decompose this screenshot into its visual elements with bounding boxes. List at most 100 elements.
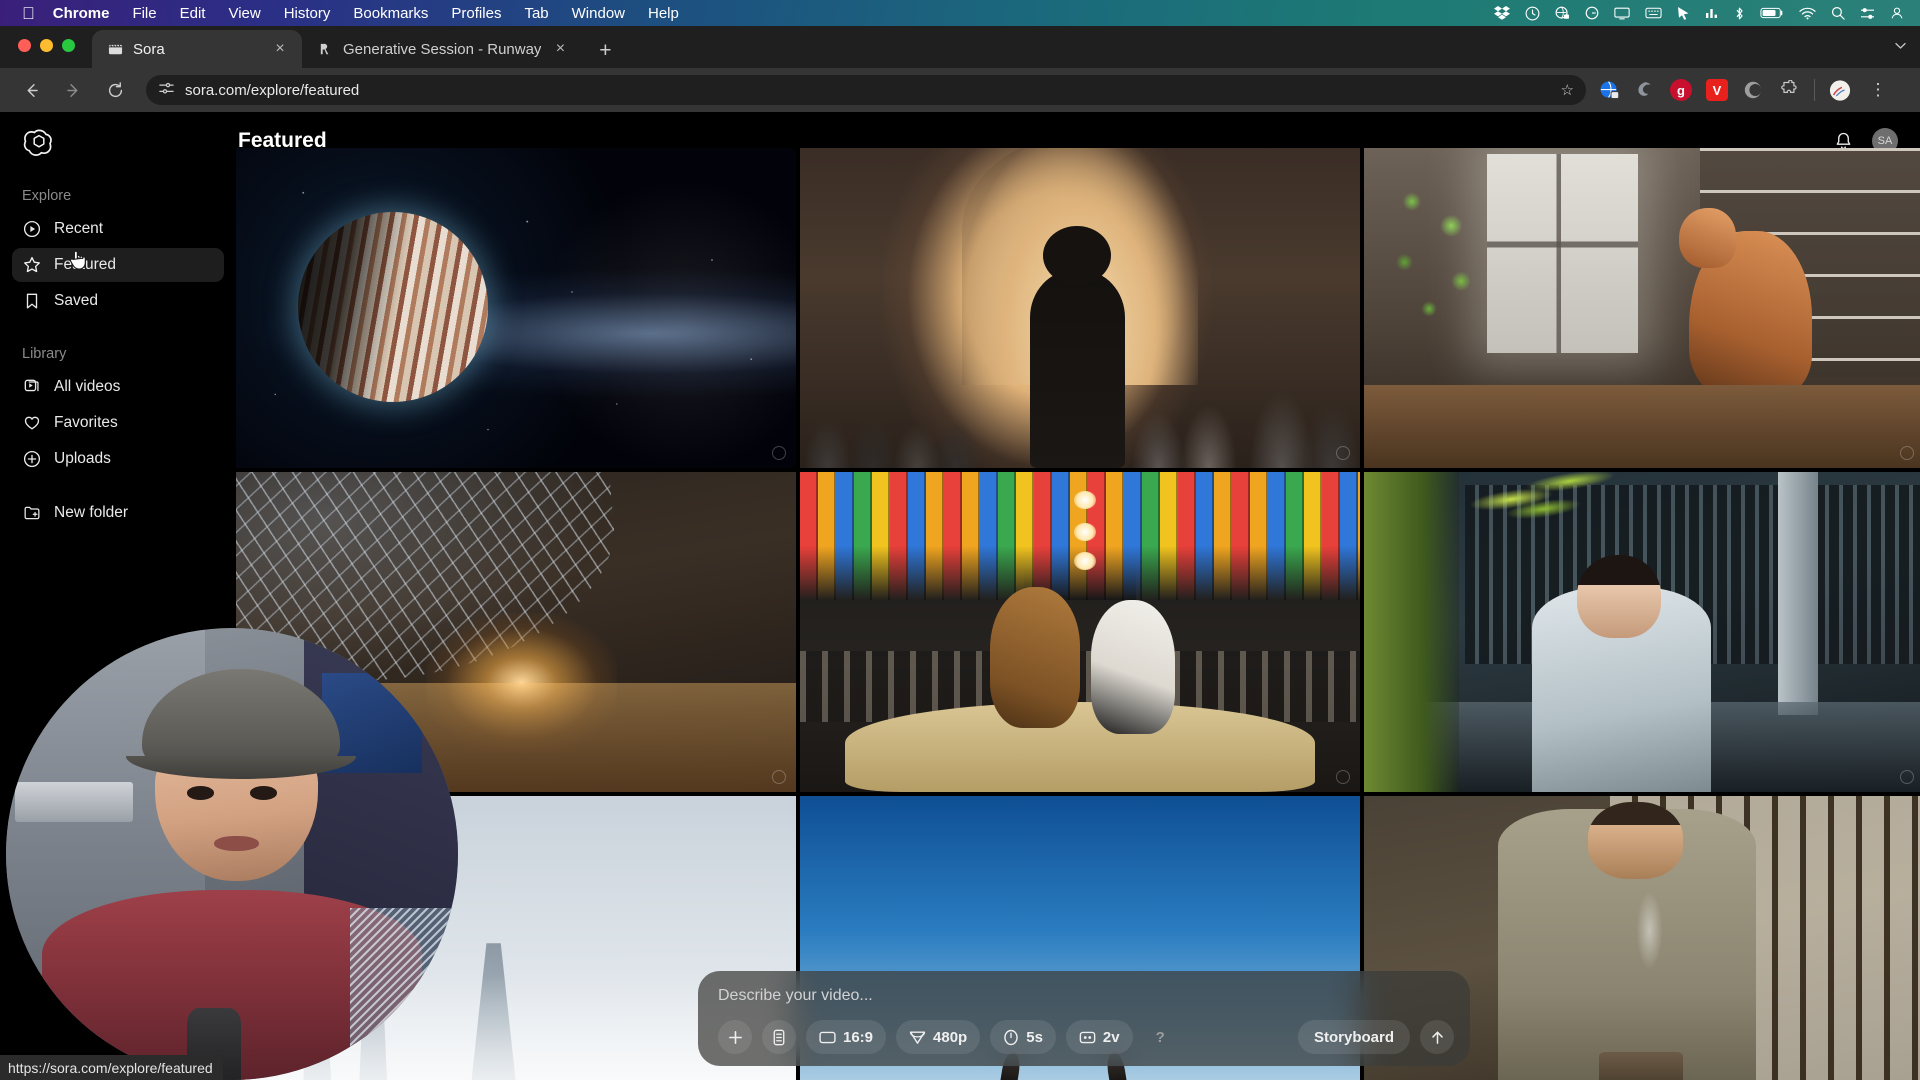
search-icon[interactable] xyxy=(1831,6,1845,20)
browser-tab-strip: Sora × Generative Session - Runway × + xyxy=(0,26,1920,68)
tile-sumo-bears[interactable] xyxy=(800,472,1360,792)
openai-sora-logo[interactable] xyxy=(22,126,56,160)
bluetooth-icon[interactable] xyxy=(1734,6,1745,21)
star-icon xyxy=(22,256,41,275)
sora-watermark-icon xyxy=(1900,770,1914,784)
sora-watermark-icon xyxy=(1336,446,1350,460)
menu-window[interactable]: Window xyxy=(572,5,625,22)
menu-tab[interactable]: Tab xyxy=(524,5,548,22)
tea-bowl-art xyxy=(1599,1052,1684,1080)
webcam-background-shelf xyxy=(15,781,133,823)
display-icon[interactable] xyxy=(1614,7,1630,20)
help-button[interactable]: ? xyxy=(1143,1020,1178,1054)
tab-close-runway[interactable]: × xyxy=(550,40,570,58)
tile-ottoman-archway[interactable] xyxy=(800,148,1360,468)
resolution-button[interactable]: 480p xyxy=(896,1020,981,1054)
aspect-ratio-button[interactable]: 16:9 xyxy=(806,1020,887,1054)
stats-icon[interactable] xyxy=(1705,7,1719,20)
sidebar-item-all-videos-label: All videos xyxy=(54,378,121,395)
bamboo-stalk-art xyxy=(1364,472,1460,792)
address-bar[interactable]: sora.com/explore/featured ☆ xyxy=(146,75,1586,105)
vpn-lock-icon[interactable] xyxy=(1555,6,1570,21)
dropbox-icon[interactable] xyxy=(1494,6,1510,20)
sidebar-item-uploads-label: Uploads xyxy=(54,450,111,467)
tile-woman-bamboo[interactable] xyxy=(1364,472,1920,792)
tab-title-runway: Generative Session - Runway xyxy=(343,40,542,58)
reload-button[interactable] xyxy=(98,73,132,107)
table-art xyxy=(1364,384,1920,468)
presets-button[interactable] xyxy=(762,1020,796,1054)
grammarly-g-extension-icon[interactable]: g xyxy=(1670,79,1692,101)
chrome-menu-button[interactable]: ⋮ xyxy=(1865,80,1891,100)
tab-close-sora[interactable]: × xyxy=(270,40,290,58)
duration-button[interactable]: 5s xyxy=(990,1020,1056,1054)
menu-chrome[interactable]: Chrome xyxy=(53,5,110,22)
menu-view[interactable]: View xyxy=(228,5,260,22)
attach-button[interactable] xyxy=(718,1020,752,1054)
forward-button[interactable] xyxy=(56,73,90,107)
tile-cat-on-table[interactable] xyxy=(1364,148,1920,468)
sidebar-item-uploads[interactable]: Uploads xyxy=(12,442,224,476)
menu-help[interactable]: Help xyxy=(648,5,679,22)
back-button[interactable] xyxy=(14,73,48,107)
sidebar-item-favorites-label: Favorites xyxy=(54,414,118,431)
window-art xyxy=(1487,154,1639,354)
grammarly-icon[interactable] xyxy=(1585,6,1599,20)
tune-icon[interactable] xyxy=(158,80,175,101)
menu-profiles[interactable]: Profiles xyxy=(451,5,501,22)
keyboard-icon[interactable] xyxy=(1645,7,1662,19)
clock-icon[interactable] xyxy=(1525,6,1540,21)
profile-avatar-icon[interactable] xyxy=(1829,79,1851,101)
prompt-input[interactable]: Describe your video... xyxy=(718,987,1454,1005)
folder-plus-icon xyxy=(22,504,41,523)
window-close-button[interactable] xyxy=(18,39,31,52)
send-button[interactable] xyxy=(1420,1020,1454,1054)
control-center-icon[interactable] xyxy=(1860,7,1875,20)
grammarly-extension-icon[interactable] xyxy=(1634,79,1656,101)
battery-icon[interactable] xyxy=(1760,7,1784,19)
tab-sora[interactable]: Sora × xyxy=(92,30,302,68)
tab-search-chevron-down-icon[interactable] xyxy=(1893,38,1908,56)
resolution-label: 480p xyxy=(933,1028,968,1046)
vpn-extension-icon[interactable] xyxy=(1598,79,1620,101)
sidebar-item-recent[interactable]: Recent xyxy=(12,212,224,246)
presenter-webcam-bubble xyxy=(6,628,458,1080)
user-icon[interactable] xyxy=(1890,6,1904,20)
tab-runway[interactable]: Generative Session - Runway × xyxy=(302,30,582,68)
menu-edit[interactable]: Edit xyxy=(180,5,206,22)
variations-button[interactable]: 2v xyxy=(1065,1020,1133,1054)
puzzle-extensions-icon[interactable] xyxy=(1778,79,1800,101)
sidebar-nav-explore: Recent Featured Saved xyxy=(0,212,236,318)
wifi-icon[interactable] xyxy=(1799,7,1816,20)
window-minimize-button[interactable] xyxy=(40,39,53,52)
webcam-frost-edge xyxy=(349,908,458,1080)
clock-icon xyxy=(1003,1029,1019,1046)
cursor-app-icon[interactable] xyxy=(1677,6,1690,21)
new-tab-button[interactable]: + xyxy=(588,34,622,68)
tile-jupiter-space[interactable] xyxy=(236,148,796,468)
storyboard-button[interactable]: Storyboard xyxy=(1297,1020,1410,1054)
sidebar-item-favorites[interactable]: Favorites xyxy=(12,406,224,440)
vimeo-record-extension-icon[interactable]: V xyxy=(1706,79,1728,101)
loom-extension-icon[interactable] xyxy=(1742,79,1764,101)
menu-history[interactable]: History xyxy=(284,5,331,22)
sidebar-item-new-folder-label: New folder xyxy=(54,504,129,521)
menu-file[interactable]: File xyxy=(132,5,156,22)
sidebar-item-saved[interactable]: Saved xyxy=(12,284,224,318)
steam-art xyxy=(1610,853,1689,1008)
window-maximize-button[interactable] xyxy=(62,39,75,52)
play-circle-icon xyxy=(22,220,41,239)
menu-bar-tray xyxy=(1494,6,1920,21)
sidebar-item-featured[interactable]: Featured xyxy=(12,248,224,282)
frame-icon xyxy=(819,1031,836,1044)
bookmark-star-icon[interactable]: ☆ xyxy=(1561,81,1574,99)
sora-app: Explore Recent Featured Saved Library Al… xyxy=(0,112,1920,1080)
prompt-composer[interactable]: Describe your video... 16:9 480p 5s 2v ?… xyxy=(698,971,1470,1066)
duration-label: 5s xyxy=(1026,1028,1043,1046)
sidebar-item-new-folder[interactable]: New folder xyxy=(12,496,224,530)
menu-bookmarks[interactable]: Bookmarks xyxy=(353,5,428,22)
sora-watermark-icon xyxy=(772,770,786,784)
apple-logo-icon[interactable]:  xyxy=(22,5,35,22)
browser-toolbar: sora.com/explore/featured ☆ g V ⋮ xyxy=(0,68,1920,112)
sidebar-item-all-videos[interactable]: All videos xyxy=(12,370,224,404)
